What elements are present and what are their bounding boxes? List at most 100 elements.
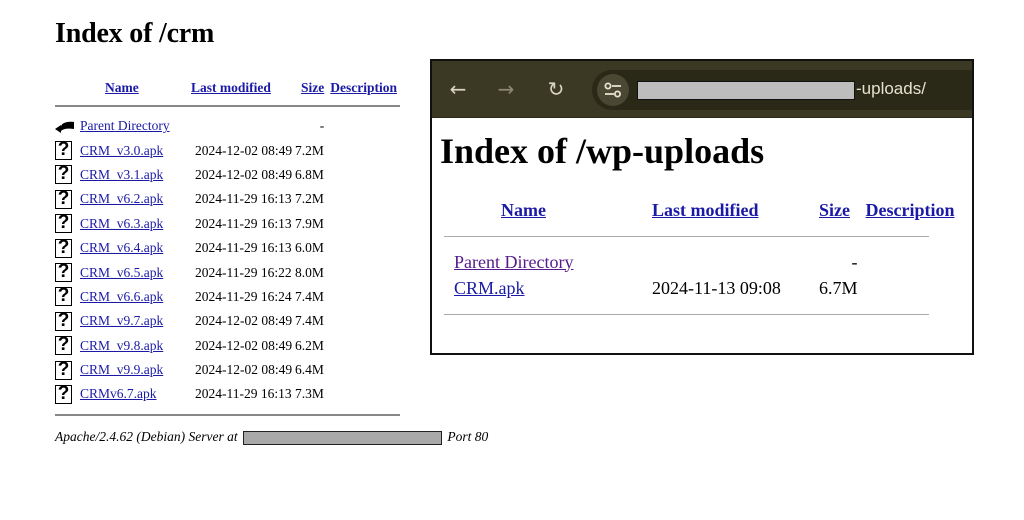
file-size: 6.8M <box>295 166 324 182</box>
browser-parent-directory-link[interactable]: Parent Directory <box>454 252 573 272</box>
file-row: CRM_v3.1.apk 2024-12-02 08:496.8M <box>55 163 403 187</box>
parent-directory-link[interactable]: Parent Directory <box>80 118 170 133</box>
back-arrow-icon <box>55 120 75 134</box>
file-row: CRM_v9.9.apk 2024-12-02 08:496.4M <box>55 358 403 382</box>
url-text: -uploads/ <box>856 79 926 98</box>
unknown-file-icon <box>55 285 72 307</box>
browser-table-header-row: Name Last modified Size Description <box>444 197 961 223</box>
site-info-button[interactable] <box>597 74 629 106</box>
file-link[interactable]: CRM_v3.0.apk <box>80 143 163 158</box>
file-row: CRM_v6.5.apk 2024-11-29 16:228.0M <box>55 260 403 284</box>
file-row: CRM_v6.6.apk 2024-11-29 16:247.4M <box>55 285 403 309</box>
file-size: 7.9M <box>295 215 324 231</box>
file-row: CRM_v9.8.apk 2024-12-02 08:496.2M <box>55 334 403 358</box>
sort-by-name-link[interactable]: Name <box>105 80 139 95</box>
redacted-hostname <box>242 430 442 445</box>
file-link[interactable]: CRM_v6.6.apk <box>80 289 163 304</box>
file-modified: 2024-12-02 08:49 <box>195 337 293 353</box>
unknown-file-icon <box>55 310 72 332</box>
parent-size: - <box>319 118 325 134</box>
file-link[interactable]: CRM_v9.8.apk <box>80 338 163 353</box>
file-modified: 2024-11-29 16:13 <box>195 240 292 256</box>
file-row: CRM_v3.0.apk 2024-12-02 08:497.2M <box>55 138 403 162</box>
sort-by-description-link[interactable]: Description <box>330 80 397 95</box>
unknown-file-icon <box>55 212 72 234</box>
file-modified: 2024-11-29 16:24 <box>195 288 292 304</box>
file-size: 6.4M <box>295 362 324 378</box>
file-link[interactable]: CRM_v6.3.apk <box>80 216 163 231</box>
browser-footer-divider <box>444 313 929 315</box>
file-modified: 2024-12-02 08:49 <box>195 362 293 378</box>
file-row: CRM_v6.3.apk 2024-11-29 16:137.9M <box>55 212 403 236</box>
wp-uploads-listing: Index of /wp-uploads Name Last modified … <box>432 118 972 327</box>
parent-directory-row: Parent Directory - <box>55 114 403 138</box>
arrow-left-icon: ← <box>449 77 467 101</box>
browser-sort-by-size-link[interactable]: Size <box>819 200 850 220</box>
footer-divider <box>55 413 400 416</box>
tune-icon <box>604 82 621 98</box>
arrow-right-icon: → <box>497 77 515 101</box>
browser-file-size: 6.7M <box>819 277 858 298</box>
browser-page-title: Index of /wp-uploads <box>440 131 765 171</box>
unknown-file-icon <box>55 139 72 161</box>
file-size: 8.0M <box>295 264 324 280</box>
table-header-row: Name Last modified Size Description <box>55 78 403 98</box>
browser-file-link[interactable]: CRM.apk <box>454 278 525 298</box>
browser-parent-directory-row: Parent Directory - <box>444 249 961 275</box>
address-bar[interactable]: -uploads/ <box>592 70 972 110</box>
header-divider <box>55 105 400 107</box>
file-link[interactable]: CRM_v9.9.apk <box>80 362 163 377</box>
file-link[interactable]: CRM_v9.7.apk <box>80 313 163 328</box>
file-size: 7.2M <box>295 142 324 158</box>
unknown-file-icon <box>55 163 72 185</box>
browser-file-table: Name Last modified Size Description Pare… <box>444 197 961 327</box>
file-size: 7.3M <box>295 386 324 402</box>
browser-sort-by-name-link[interactable]: Name <box>501 200 546 220</box>
browser-file-modified: 2024-11-13 09:08 <box>652 277 781 298</box>
browser-parent-size: - <box>851 251 858 272</box>
browser-sort-by-last-modified-link[interactable]: Last modified <box>652 200 759 220</box>
file-modified: 2024-12-02 08:49 <box>195 166 293 182</box>
back-button[interactable]: ← <box>444 75 472 103</box>
unknown-file-icon <box>55 237 72 259</box>
file-link[interactable]: CRM_v6.4.apk <box>80 240 163 255</box>
file-link[interactable]: CRM_v6.2.apk <box>80 191 163 206</box>
file-link[interactable]: CRM_v6.5.apk <box>80 265 163 280</box>
file-modified: 2024-12-02 08:49 <box>195 142 293 158</box>
file-size: 7.4M <box>295 313 324 329</box>
reload-icon: ↻ <box>547 77 565 101</box>
server-signature: Apache/2.4.62 (Debian) Server at Port 80 <box>55 429 488 445</box>
file-modified: 2024-11-29 16:13 <box>195 386 292 402</box>
unknown-file-icon <box>55 334 72 356</box>
file-modified: 2024-11-29 16:13 <box>195 191 292 207</box>
file-size: 7.2M <box>295 191 324 207</box>
file-row: CRM_v6.2.apk 2024-11-29 16:137.2M <box>55 187 403 211</box>
redacted-url <box>637 81 855 100</box>
file-link[interactable]: CRMv6.7.apk <box>80 386 157 401</box>
file-size: 6.0M <box>295 240 324 256</box>
browser-header-divider <box>444 235 929 237</box>
browser-file-row: CRM.apk 2024-11-13 09:08 6.7M <box>444 275 961 301</box>
page-title: Index of /crm <box>55 18 215 49</box>
sort-by-size-link[interactable]: Size <box>301 80 324 95</box>
browser-toolbar: ← → ↻ -uploads/ <box>432 61 972 118</box>
file-modified: 2024-11-29 16:13 <box>195 215 292 231</box>
forward-button[interactable]: → <box>492 75 520 103</box>
file-table: Name Last modified Size Description Pare… <box>55 78 403 423</box>
unknown-file-icon <box>55 188 72 210</box>
file-size: 7.4M <box>295 288 324 304</box>
crm-directory-listing: Index of /crm Name Last modified Size De… <box>55 14 415 423</box>
file-modified: 2024-11-29 16:22 <box>195 264 292 280</box>
unknown-file-icon <box>55 383 72 405</box>
browser-window: ← → ↻ -uploads/ Index of /wp-uploads Nam… <box>430 59 974 355</box>
unknown-file-icon <box>55 261 72 283</box>
browser-sort-by-description-link[interactable]: Description <box>866 200 955 220</box>
file-row: CRMv6.7.apk 2024-11-29 16:137.3M <box>55 382 403 406</box>
sort-by-last-modified-link[interactable]: Last modified <box>191 80 271 95</box>
file-modified: 2024-12-02 08:49 <box>195 313 293 329</box>
file-link[interactable]: CRM_v3.1.apk <box>80 167 163 182</box>
reload-button[interactable]: ↻ <box>542 75 570 103</box>
file-row: CRM_v9.7.apk 2024-12-02 08:497.4M <box>55 309 403 333</box>
server-signature-prefix: Apache/2.4.62 (Debian) Server at <box>55 429 238 444</box>
unknown-file-icon <box>55 359 72 381</box>
